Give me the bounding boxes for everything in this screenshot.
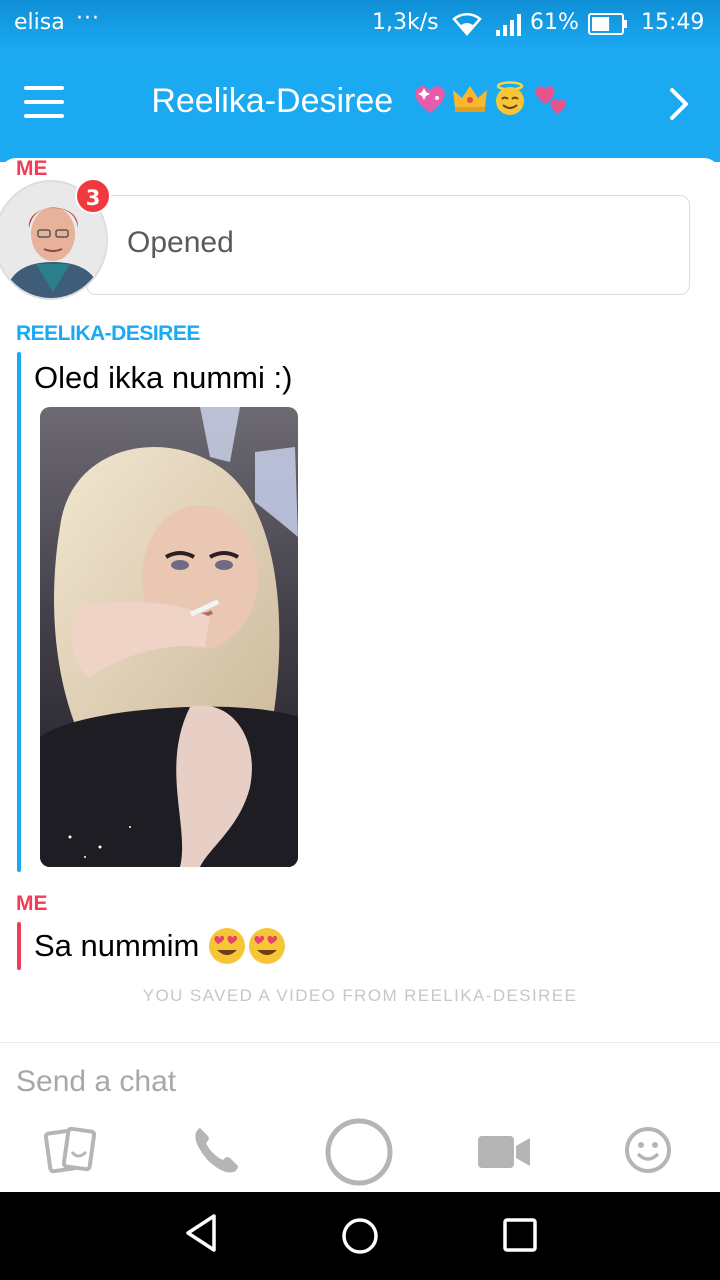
- battery-icon: [588, 13, 627, 35]
- my-message-text: Sa nummim: [34, 928, 200, 963]
- composer-divider: [0, 1042, 720, 1043]
- video-camera-icon[interactable]: [476, 1132, 532, 1172]
- system-nav-bar: [0, 1192, 720, 1280]
- opened-snap-row[interactable]: Opened: [86, 195, 690, 295]
- phone-icon[interactable]: [190, 1124, 242, 1176]
- saved-video-thumbnail[interactable]: [40, 407, 298, 867]
- two-hearts-icon: [535, 86, 566, 114]
- saved-video-notice: YOU SAVED A VIDEO FROM REELIKA-DESIREE: [142, 986, 578, 1005]
- sender-label-me: ME: [16, 892, 48, 915]
- back-icon[interactable]: [182, 1212, 222, 1254]
- clock: 15:49: [641, 10, 705, 35]
- friend-message-bar: [17, 352, 21, 872]
- network-speed: 1,3k/s: [372, 10, 439, 35]
- signal-icon: [496, 14, 521, 36]
- unread-count-badge: 3: [75, 178, 111, 214]
- heart-eyes-face-icon: [209, 928, 246, 964]
- status-bar: elisa ··· 1,3k/s 61% 15:49: [0, 0, 720, 50]
- my-message: Sa nummim: [34, 926, 287, 966]
- chat-title[interactable]: Reelika-Desiree: [0, 80, 720, 121]
- heart-eyes-face-icon: [249, 928, 286, 964]
- memories-stickers-icon[interactable]: [44, 1126, 100, 1174]
- recent-apps-icon[interactable]: [502, 1217, 538, 1253]
- opened-status: Opened: [127, 226, 234, 259]
- sender-label-me: ME: [16, 157, 48, 180]
- crown-icon: [452, 86, 487, 112]
- home-icon[interactable]: [340, 1216, 380, 1256]
- friend-message-text: Oled ikka nummi :): [34, 360, 293, 395]
- carrier-name: elisa: [14, 10, 65, 35]
- battery-percent: 61%: [530, 10, 579, 35]
- smiling-halo-face-icon: [495, 81, 524, 115]
- chat-input[interactable]: [16, 1060, 696, 1104]
- wifi-icon: [452, 12, 482, 36]
- capture-button[interactable]: [323, 1116, 395, 1188]
- emoji-icon[interactable]: [622, 1124, 674, 1176]
- sparkling-heart-icon: [414, 86, 445, 113]
- sender-label-friend: REELIKA-DESIREE: [16, 322, 200, 345]
- chat-header: Reelika-Desiree: [0, 50, 720, 162]
- more-notifications-icon: ···: [76, 6, 100, 31]
- chat-title-text: Reelika-Desiree: [151, 82, 394, 120]
- chevron-right-icon[interactable]: [664, 84, 694, 124]
- title-emojis: [411, 80, 569, 116]
- my-message-bar: [17, 922, 21, 970]
